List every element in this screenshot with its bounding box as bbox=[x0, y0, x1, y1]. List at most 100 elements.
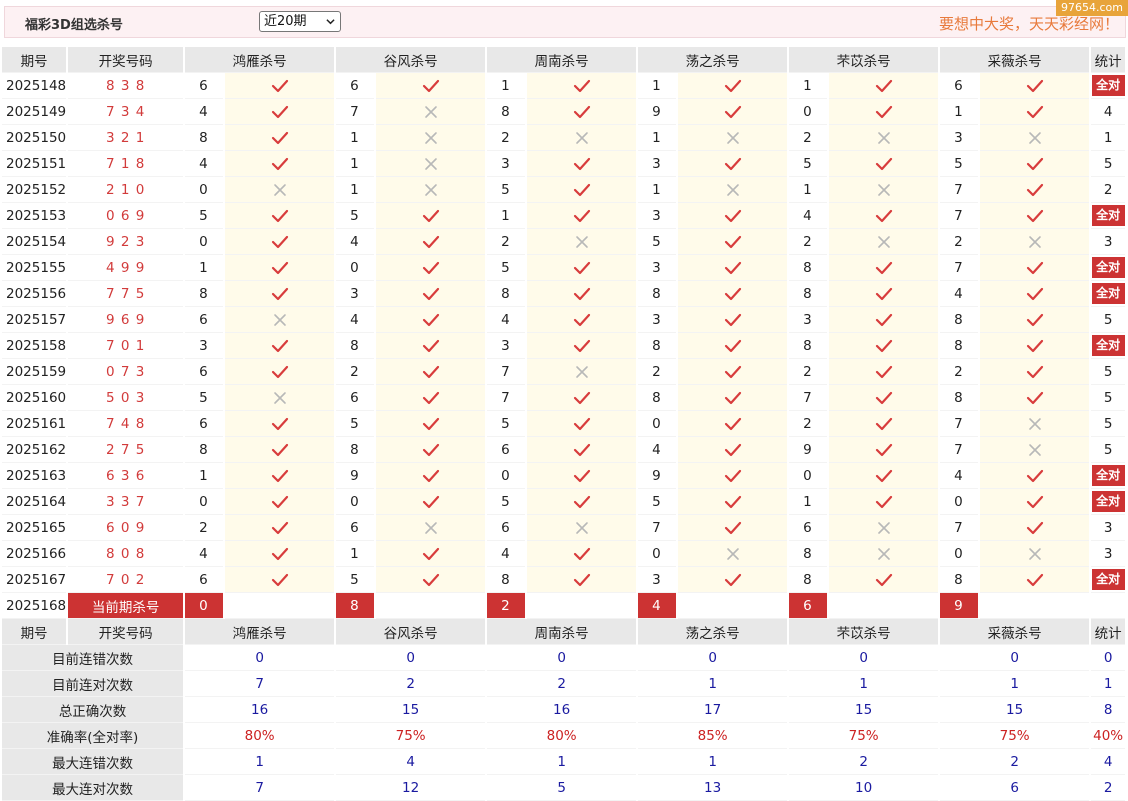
stat-value: 1 bbox=[1103, 129, 1113, 146]
check-icon bbox=[376, 229, 486, 255]
kill-number: 8 bbox=[185, 125, 224, 151]
check-icon bbox=[527, 203, 637, 229]
check-icon bbox=[527, 151, 637, 177]
summary-value: 75% bbox=[789, 723, 939, 749]
kill-number: 1 bbox=[185, 255, 224, 281]
table-row: 2025157 9 6 96 4 4 3 3 8 5 bbox=[2, 307, 1126, 333]
kill-number: 0 bbox=[336, 255, 375, 281]
kill-number: 8 bbox=[185, 437, 224, 463]
draw-number: 2 1 0 bbox=[68, 177, 184, 203]
kill-number: 3 bbox=[638, 307, 677, 333]
cross-icon bbox=[376, 177, 486, 203]
check-icon bbox=[225, 489, 335, 515]
check-icon bbox=[678, 151, 788, 177]
check-icon bbox=[527, 411, 637, 437]
kill-number: 0 bbox=[487, 463, 526, 489]
kill-number: 6 bbox=[336, 515, 375, 541]
table-row: 2025152 2 1 00 1 5 1 1 7 2 bbox=[2, 177, 1126, 203]
check-icon bbox=[980, 307, 1090, 333]
draw-number: 8 0 8 bbox=[68, 541, 184, 567]
summary-row: 目前连对次数 7 2 2 1 1 1 1 bbox=[2, 671, 1126, 697]
kill-number: 7 bbox=[487, 385, 526, 411]
stat-cell: 5 bbox=[1091, 437, 1126, 463]
check-icon bbox=[376, 73, 486, 99]
check-icon bbox=[829, 99, 939, 125]
summary-value: 75% bbox=[940, 723, 1090, 749]
summary-label: 最大连错次数 bbox=[2, 749, 184, 775]
check-icon bbox=[225, 99, 335, 125]
kill-number: 8 bbox=[789, 541, 828, 567]
summary-value: 4 bbox=[336, 749, 486, 775]
draw-number: 7 3 4 bbox=[68, 99, 184, 125]
kill-number: 8 bbox=[638, 333, 677, 359]
kill-number: 7 bbox=[940, 411, 979, 437]
current-kill-number: 9 bbox=[940, 593, 979, 619]
stat-value: 2 bbox=[1103, 181, 1113, 198]
kill-number: 6 bbox=[185, 73, 224, 99]
stat-cell: 1 bbox=[1091, 125, 1126, 151]
kill-number: 1 bbox=[940, 99, 979, 125]
summary-value: 1 bbox=[638, 749, 788, 775]
kill-number: 8 bbox=[940, 567, 979, 593]
summary-value: 0 bbox=[185, 645, 335, 671]
cross-icon bbox=[376, 99, 486, 125]
check-icon bbox=[678, 411, 788, 437]
table-row: 2025161 7 4 86 5 5 0 2 7 5 bbox=[2, 411, 1126, 437]
draw-number: 0 6 9 bbox=[68, 203, 184, 229]
stat-cell: 5 bbox=[1091, 151, 1126, 177]
check-icon bbox=[527, 281, 637, 307]
kill-number: 3 bbox=[638, 255, 677, 281]
col-draw: 开奖号码 bbox=[68, 47, 184, 73]
kill-number: 1 bbox=[336, 151, 375, 177]
check-icon bbox=[678, 281, 788, 307]
check-icon bbox=[225, 151, 335, 177]
current-blank-cell bbox=[678, 593, 788, 619]
summary-value: 80% bbox=[487, 723, 637, 749]
check-icon bbox=[376, 437, 486, 463]
check-icon bbox=[980, 73, 1090, 99]
kill-number: 8 bbox=[789, 567, 828, 593]
summary-value: 1 bbox=[638, 671, 788, 697]
check-icon bbox=[829, 307, 939, 333]
summary-value: 7 bbox=[185, 671, 335, 697]
kill-number: 4 bbox=[487, 541, 526, 567]
kill-number: 3 bbox=[789, 307, 828, 333]
summary-value: 15 bbox=[336, 697, 486, 723]
check-icon bbox=[376, 489, 486, 515]
col-expert: 鸿雁杀号 bbox=[185, 619, 335, 645]
check-icon bbox=[527, 489, 637, 515]
draw-number: 7 0 1 bbox=[68, 333, 184, 359]
kill-number: 4 bbox=[638, 437, 677, 463]
kill-number: 0 bbox=[940, 541, 979, 567]
summary-row: 总正确次数 16 15 16 17 15 15 8 bbox=[2, 697, 1126, 723]
all-correct-badge: 全对 bbox=[1091, 465, 1125, 486]
check-icon bbox=[829, 73, 939, 99]
cross-icon bbox=[527, 515, 637, 541]
check-icon bbox=[225, 411, 335, 437]
table-row: 2025163 6 3 6 1 9 0 9 0 4 全对 bbox=[2, 463, 1126, 489]
period-select[interactable]: 近20期 bbox=[259, 11, 341, 32]
kill-number: 2 bbox=[940, 359, 979, 385]
col-expert: 鸿雁杀号 bbox=[185, 47, 335, 73]
kill-number: 8 bbox=[336, 333, 375, 359]
issue-number: 2025160 bbox=[2, 385, 67, 411]
check-icon bbox=[376, 567, 486, 593]
kill-number: 2 bbox=[487, 229, 526, 255]
draw-number: 7 7 5 bbox=[68, 281, 184, 307]
check-icon bbox=[225, 567, 335, 593]
site-watermark: 97654.com bbox=[1056, 0, 1128, 16]
draw-number: 8 3 8 bbox=[68, 73, 184, 99]
kill-number: 5 bbox=[487, 411, 526, 437]
table-row: 2025151 7 1 84 1 3 3 5 5 5 bbox=[2, 151, 1126, 177]
kill-number: 6 bbox=[185, 307, 224, 333]
table-row: 2025167 7 0 2 6 5 8 3 8 8 全对 bbox=[2, 567, 1126, 593]
kill-number: 2 bbox=[336, 359, 375, 385]
summary-value: 75% bbox=[336, 723, 486, 749]
cross-icon bbox=[527, 125, 637, 151]
issue-number: 2025166 bbox=[2, 541, 67, 567]
kill-number: 7 bbox=[940, 255, 979, 281]
kill-number: 6 bbox=[185, 359, 224, 385]
check-icon bbox=[376, 333, 486, 359]
all-correct-badge: 全对 bbox=[1091, 491, 1125, 512]
stat-value: 3 bbox=[1103, 233, 1113, 250]
